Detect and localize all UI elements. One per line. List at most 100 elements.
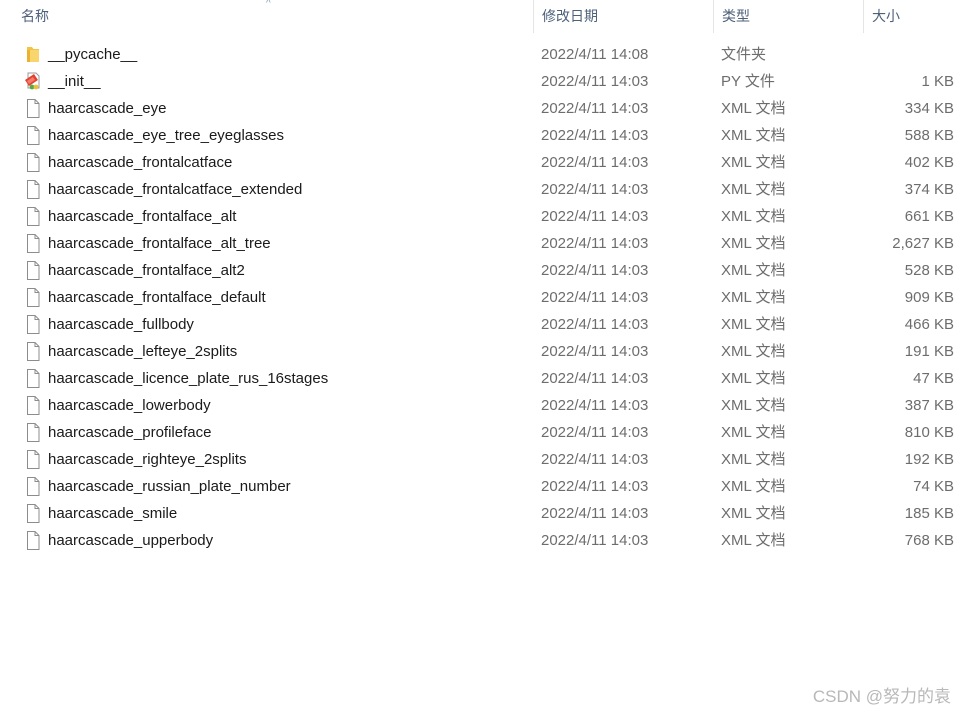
file-icon bbox=[24, 234, 42, 253]
file-row[interactable]: haarcascade_frontalcatface_extended 2022/… bbox=[0, 176, 965, 203]
file-modified-date: 2022/4/11 14:03 bbox=[541, 208, 649, 225]
file-icon bbox=[24, 423, 42, 442]
column-header-name[interactable]: 名称 ^ bbox=[0, 0, 533, 33]
file-list: __pycache__ 2022/4/11 14:08 文件夹 __init__ 202… bbox=[0, 41, 965, 554]
file-type: XML 文档 bbox=[721, 100, 786, 117]
file-row[interactable]: haarcascade_frontalface_alt 2022/4/11 14:… bbox=[0, 203, 965, 230]
watermark: CSDN @努力的袁 bbox=[812, 687, 951, 706]
file-name: haarcascade_upperbody bbox=[48, 532, 214, 549]
file-modified-date: 2022/4/11 14:03 bbox=[541, 424, 649, 441]
file-type: XML 文档 bbox=[721, 262, 786, 279]
column-header: 名称 ^ 修改日期 类型 大小 bbox=[0, 0, 965, 33]
file-size: 387 KB bbox=[904, 397, 954, 414]
file-icon bbox=[24, 369, 42, 388]
file-name: haarcascade_frontalcatface bbox=[48, 154, 233, 171]
file-modified-date: 2022/4/11 14:03 bbox=[541, 127, 649, 144]
file-name: haarcascade_frontalface_default bbox=[48, 289, 266, 306]
file-type: XML 文档 bbox=[721, 370, 786, 387]
file-type: XML 文档 bbox=[721, 127, 786, 144]
column-header-date[interactable]: 修改日期 bbox=[533, 0, 713, 33]
file-type: XML 文档 bbox=[721, 478, 786, 495]
file-type: XML 文档 bbox=[721, 343, 786, 360]
column-header-size[interactable]: 大小 bbox=[863, 0, 965, 33]
file-icon bbox=[24, 315, 42, 334]
file-row[interactable]: haarcascade_righteye_2splits 2022/4/11 14… bbox=[0, 446, 965, 473]
file-name: haarcascade_eye_tree_eyeglasses bbox=[48, 127, 284, 144]
file-row[interactable]: haarcascade_frontalface_default 2022/4/11… bbox=[0, 284, 965, 311]
file-icon bbox=[24, 396, 42, 415]
file-icon bbox=[24, 99, 42, 118]
file-row[interactable]: haarcascade_lefteye_2splits 2022/4/11 14:… bbox=[0, 338, 965, 365]
file-type: 文件夹 bbox=[721, 46, 767, 63]
file-icon bbox=[24, 207, 42, 226]
folder-icon bbox=[24, 45, 42, 64]
file-modified-date: 2022/4/11 14:03 bbox=[541, 343, 649, 360]
column-header-type[interactable]: 类型 bbox=[713, 0, 863, 33]
file-modified-date: 2022/4/11 14:03 bbox=[541, 181, 649, 198]
file-modified-date: 2022/4/11 14:03 bbox=[541, 316, 649, 333]
file-name: haarcascade_lowerbody bbox=[48, 397, 211, 414]
file-type: XML 文档 bbox=[721, 451, 786, 468]
file-name: haarcascade_frontalface_alt2 bbox=[48, 262, 245, 279]
file-name: haarcascade_frontalface_alt bbox=[48, 208, 237, 225]
file-name: haarcascade_russian_plate_number bbox=[48, 478, 291, 495]
file-name: haarcascade_frontalcatface_extended bbox=[48, 181, 303, 198]
file-type: XML 文档 bbox=[721, 154, 786, 171]
file-row[interactable]: __init__ 2022/4/11 14:03 PY 文件 1 KB bbox=[0, 68, 965, 95]
file-icon bbox=[24, 126, 42, 145]
file-modified-date: 2022/4/11 14:03 bbox=[541, 451, 649, 468]
file-size: 1 KB bbox=[921, 73, 954, 90]
file-icon bbox=[24, 180, 42, 199]
file-size: 191 KB bbox=[904, 343, 954, 360]
file-size: 402 KB bbox=[904, 154, 954, 171]
file-row[interactable]: haarcascade_fullbody 2022/4/11 14:03 XML 文… bbox=[0, 311, 965, 338]
file-row[interactable]: __pycache__ 2022/4/11 14:08 文件夹 bbox=[0, 41, 965, 68]
file-row[interactable]: haarcascade_eye_tree_eyeglasses 2022/4/11… bbox=[0, 122, 965, 149]
file-size: 192 KB bbox=[904, 451, 954, 468]
sort-ascending-icon: ^ bbox=[266, 0, 271, 9]
file-icon bbox=[24, 153, 42, 172]
file-size: 185 KB bbox=[904, 505, 954, 522]
file-name: haarcascade_smile bbox=[48, 505, 178, 522]
file-row[interactable]: haarcascade_frontalface_alt2 2022/4/11 14… bbox=[0, 257, 965, 284]
file-icon bbox=[24, 531, 42, 550]
file-size: 334 KB bbox=[904, 100, 954, 117]
file-type: XML 文档 bbox=[721, 505, 786, 522]
file-modified-date: 2022/4/11 14:03 bbox=[541, 532, 649, 549]
file-icon bbox=[24, 504, 42, 523]
file-modified-date: 2022/4/11 14:03 bbox=[541, 478, 649, 495]
file-row[interactable]: haarcascade_frontalface_alt_tree 2022/4/1… bbox=[0, 230, 965, 257]
file-row[interactable]: haarcascade_licence_plate_rus_16stages 20… bbox=[0, 365, 965, 392]
file-modified-date: 2022/4/11 14:03 bbox=[541, 370, 649, 387]
file-name: __init__ bbox=[48, 73, 101, 90]
file-modified-date: 2022/4/11 14:03 bbox=[541, 73, 649, 90]
file-type: PY 文件 bbox=[721, 73, 775, 90]
file-type: XML 文档 bbox=[721, 208, 786, 225]
file-size: 661 KB bbox=[904, 208, 954, 225]
file-size: 374 KB bbox=[904, 181, 954, 198]
file-name: haarcascade_licence_plate_rus_16stages bbox=[48, 370, 329, 387]
file-size: 810 KB bbox=[904, 424, 954, 441]
file-size: 588 KB bbox=[904, 127, 954, 144]
file-size: 768 KB bbox=[904, 532, 954, 549]
file-type: XML 文档 bbox=[721, 289, 786, 306]
file-type: XML 文档 bbox=[721, 397, 786, 414]
file-size: 74 KB bbox=[913, 478, 954, 495]
file-row[interactable]: haarcascade_profileface 2022/4/11 14:03 XM… bbox=[0, 419, 965, 446]
file-modified-date: 2022/4/11 14:03 bbox=[541, 235, 649, 252]
file-row[interactable]: haarcascade_frontalcatface 2022/4/11 14:0… bbox=[0, 149, 965, 176]
file-modified-date: 2022/4/11 14:03 bbox=[541, 154, 649, 171]
file-icon bbox=[24, 450, 42, 469]
file-size: 528 KB bbox=[904, 262, 954, 279]
file-row[interactable]: haarcascade_upperbody 2022/4/11 14:03 XML … bbox=[0, 527, 965, 554]
file-row[interactable]: haarcascade_lowerbody 2022/4/11 14:03 XML … bbox=[0, 392, 965, 419]
file-name: haarcascade_frontalface_alt_tree bbox=[48, 235, 271, 252]
file-size: 909 KB bbox=[904, 289, 954, 306]
file-row[interactable]: haarcascade_eye 2022/4/11 14:03 XML 文档 334 … bbox=[0, 95, 965, 122]
file-type: XML 文档 bbox=[721, 181, 786, 198]
file-row[interactable]: haarcascade_russian_plate_number 2022/4/1… bbox=[0, 473, 965, 500]
python-file-icon bbox=[24, 72, 42, 91]
file-row[interactable]: haarcascade_smile 2022/4/11 14:03 XML 文档 18… bbox=[0, 500, 965, 527]
file-icon bbox=[24, 342, 42, 361]
file-name: haarcascade_righteye_2splits bbox=[48, 451, 247, 468]
